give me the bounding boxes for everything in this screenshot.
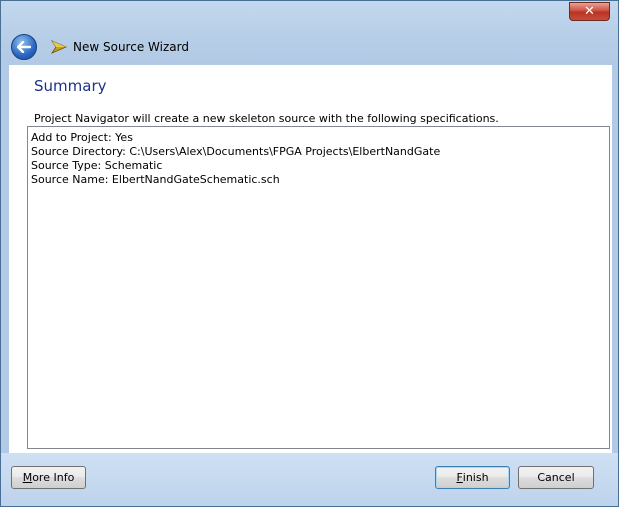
summary-line-source-directory: Source Directory: C:\Users\Alex\Document… xyxy=(31,145,441,158)
summary-line-source-name: Source Name: ElbertNandGateSchematic.sch xyxy=(31,173,280,186)
back-button[interactable] xyxy=(11,34,37,60)
summary-text-box[interactable]: Add to Project: Yes Source Directory: C:… xyxy=(27,126,610,449)
close-icon: ✕ xyxy=(584,4,595,19)
summary-line-add-to-project: Add to Project: Yes xyxy=(31,131,133,144)
cancel-button[interactable]: Cancel xyxy=(518,466,594,489)
cancel-label: Cancel xyxy=(537,471,575,484)
finish-label: inish xyxy=(462,471,489,484)
page-title: Summary xyxy=(34,77,107,95)
summary-line-source-type: Source Type: Schematic xyxy=(31,159,163,172)
wizard-icon xyxy=(51,40,67,54)
finish-button[interactable]: Finish xyxy=(435,466,510,489)
window-title: New Source Wizard xyxy=(73,40,189,54)
more-info-button[interactable]: More Info xyxy=(11,466,86,489)
wizard-content: Summary Project Navigator will create a … xyxy=(9,65,612,453)
page-description: Project Navigator will create a new skel… xyxy=(34,112,499,125)
wizard-window: ✕ New Source Wizard Summary Project Navi… xyxy=(0,0,619,507)
more-info-mnemonic: M xyxy=(22,471,33,484)
close-button[interactable]: ✕ xyxy=(569,2,610,21)
wizard-header: New Source Wizard xyxy=(9,31,610,63)
wizard-footer: More Info Finish Cancel xyxy=(1,453,618,506)
back-arrow-icon xyxy=(17,41,31,53)
more-info-label: ore Info xyxy=(32,471,75,484)
